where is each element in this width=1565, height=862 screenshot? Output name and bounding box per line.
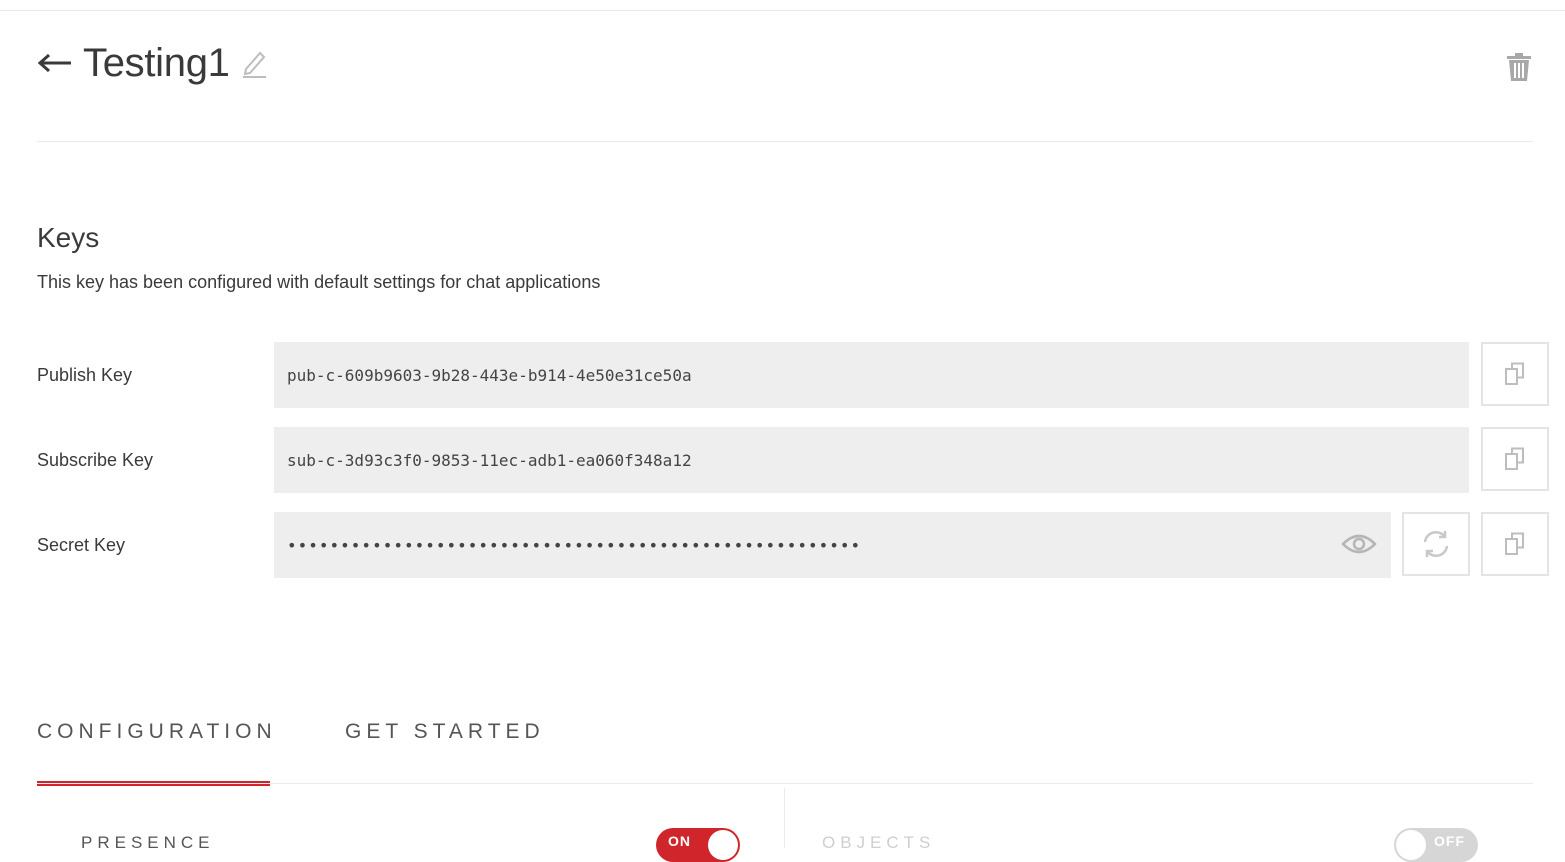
copy-icon bbox=[1505, 447, 1524, 470]
back-button[interactable] bbox=[37, 45, 73, 81]
copy-publish-key-button[interactable] bbox=[1481, 342, 1549, 406]
tab-configuration[interactable]: CONFIGURATION bbox=[37, 712, 277, 788]
secret-key-value: ••••••••••••••••••••••••••••••••••••••••… bbox=[287, 535, 862, 555]
toggle-knob bbox=[708, 830, 738, 860]
presence-toggle-label: ON bbox=[668, 833, 691, 849]
secret-key-label: Secret Key bbox=[37, 535, 126, 555]
keys-section-description: This key has been configured with defaul… bbox=[37, 272, 601, 292]
subscribe-key-field[interactable]: sub-c-3d93c3f0-9853-11ec-adb1-ea060f348a… bbox=[274, 427, 1469, 493]
regenerate-secret-button[interactable] bbox=[1402, 512, 1470, 576]
copy-icon bbox=[1505, 532, 1524, 555]
publish-key-label: Publish Key bbox=[37, 365, 133, 385]
trash-icon bbox=[1507, 53, 1531, 81]
delete-app-button[interactable] bbox=[1500, 48, 1538, 86]
presence-toggle[interactable]: ON bbox=[656, 828, 740, 862]
page-title: Testing1 bbox=[83, 41, 230, 85]
top-divider bbox=[0, 10, 1565, 11]
presence-label: PRESENCE bbox=[81, 833, 215, 852]
pencil-icon bbox=[242, 51, 266, 78]
objects-label: OBJECTS bbox=[822, 833, 936, 852]
arrow-left-icon bbox=[38, 53, 71, 73]
secret-key-field[interactable]: ••••••••••••••••••••••••••••••••••••••••… bbox=[274, 512, 1391, 578]
reveal-secret-button[interactable] bbox=[1338, 527, 1380, 561]
toggle-knob bbox=[1396, 830, 1426, 860]
copy-secret-key-button[interactable] bbox=[1481, 512, 1549, 576]
copy-icon bbox=[1505, 362, 1524, 385]
page-header: Testing1 bbox=[37, 36, 268, 90]
edit-title-button[interactable] bbox=[240, 45, 268, 81]
refresh-icon bbox=[1423, 530, 1449, 558]
column-divider bbox=[784, 788, 785, 848]
eye-icon bbox=[1341, 534, 1377, 554]
tab-get-started[interactable]: GET STARTED bbox=[345, 712, 545, 788]
objects-toggle[interactable]: OFF bbox=[1394, 828, 1478, 862]
subscribe-key-label: Subscribe Key bbox=[37, 450, 154, 470]
objects-toggle-label: OFF bbox=[1434, 833, 1465, 849]
tabs-divider bbox=[37, 783, 1533, 784]
publish-key-field[interactable]: pub-c-609b9603-9b28-443e-b914-4e50e31ce5… bbox=[274, 342, 1469, 408]
copy-subscribe-key-button[interactable] bbox=[1481, 427, 1549, 491]
header-divider bbox=[37, 141, 1533, 142]
keys-section-title: Keys bbox=[37, 222, 100, 253]
